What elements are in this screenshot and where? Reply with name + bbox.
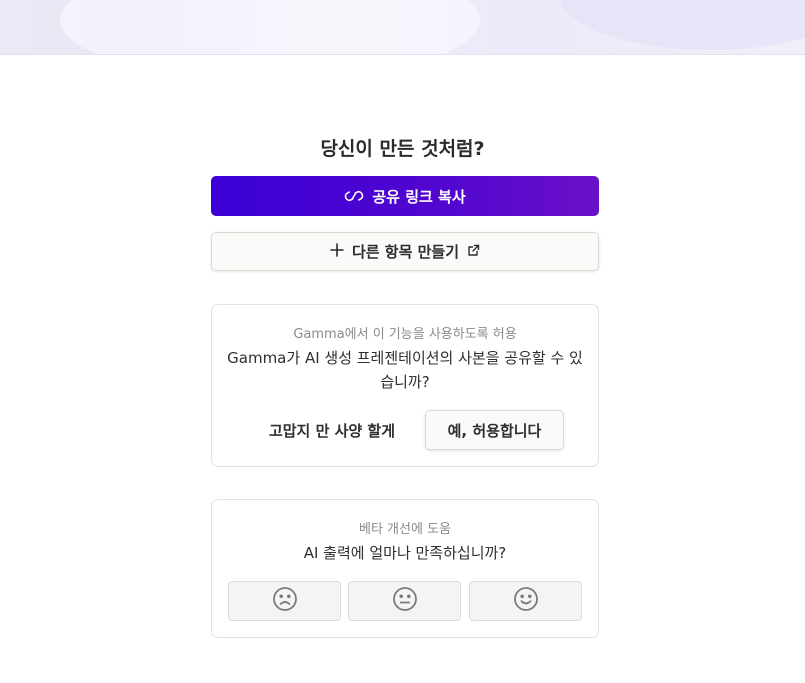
rating-row (228, 581, 582, 621)
permission-question: Gamma가 AI 생성 프레젠테이션의 사본을 공유할 수 있습니까? (227, 349, 583, 391)
happy-face-icon (513, 586, 539, 616)
plus-icon (330, 242, 344, 261)
decline-button[interactable]: 고맙지 만 사양 할게 (252, 410, 412, 450)
top-banner (0, 0, 805, 55)
copy-share-link-label: 공유 링크 복사 (372, 187, 466, 206)
copy-share-link-button[interactable]: 공유 링크 복사 (211, 176, 599, 216)
rating-sad-button[interactable] (228, 581, 341, 621)
permission-card: Gamma에서 이 기능을 사용하도록 허용 Gamma가 AI 생성 프레젠테… (211, 304, 599, 467)
create-other-label: 다른 항목 만들기 (351, 243, 460, 261)
link-icon (344, 189, 364, 203)
create-other-button[interactable]: 다른 항목 만들기 (211, 232, 599, 271)
banner-decoration (560, 0, 805, 50)
banner-decoration (60, 0, 480, 54)
permission-kicker: Gamma에서 이 기능을 사용하도록 허용 (293, 327, 517, 342)
rating-happy-button[interactable] (469, 581, 582, 621)
external-link-icon (467, 243, 480, 261)
beta-kicker: 베타 개선에 도움 (359, 522, 451, 537)
beta-question: AI 출력에 얼마나 만족하십니까? (303, 544, 507, 562)
neutral-face-icon (392, 586, 418, 616)
rating-neutral-button[interactable] (348, 581, 461, 621)
page-title: 당신이 만든 것처럼? (320, 138, 485, 160)
sad-face-icon (272, 586, 298, 616)
allow-button[interactable]: 예, 허용합니다 (425, 410, 564, 450)
beta-feedback-card: 베타 개선에 도움 AI 출력에 얼마나 만족하십니까? (211, 499, 599, 638)
